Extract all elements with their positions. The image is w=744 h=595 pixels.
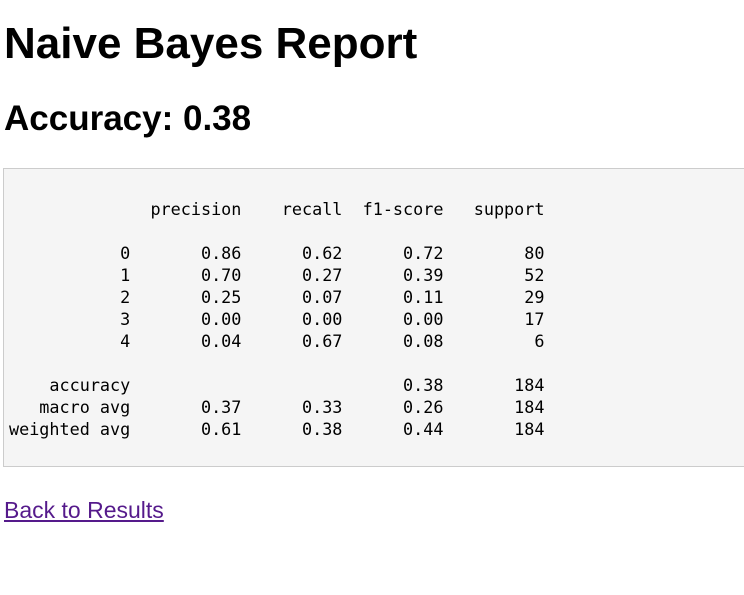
- accuracy-heading: Accuracy: 0.38: [4, 99, 252, 138]
- back-to-results-link[interactable]: Back to Results: [4, 496, 164, 524]
- classification-report-text: precision recall f1-score support 0 0.86…: [9, 199, 545, 439]
- page-title: Naive Bayes Report: [4, 19, 418, 68]
- classification-report-box: precision recall f1-score support 0 0.86…: [3, 168, 744, 467]
